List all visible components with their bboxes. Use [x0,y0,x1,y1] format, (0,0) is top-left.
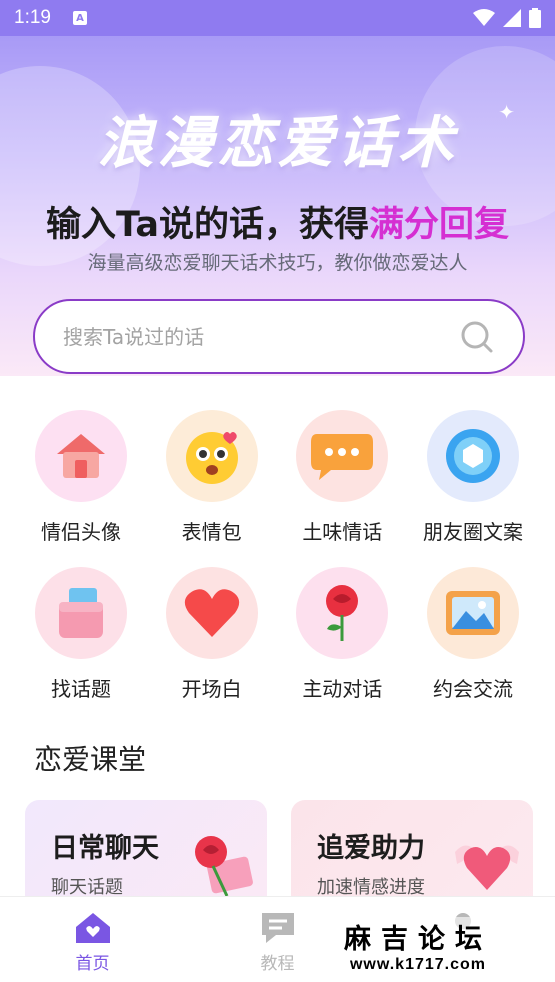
category-label: 约会交流 [432,677,513,701]
winged-heart-icon [455,845,519,890]
category-label: 开场白 [181,677,242,701]
wifi-icon [473,9,495,26]
hero-title: 浪漫恋爱话术 [97,110,458,176]
search-box[interactable] [33,299,525,374]
category-row: 找话题 开场白 主动对话 约会交流 [22,567,532,702]
heart-icon [184,589,239,637]
category-moments-copy[interactable]: 朋友圈文案 [414,410,532,545]
nav-label: 首页 [75,954,110,974]
category-start-chat[interactable]: 主动对话 [283,567,401,702]
hero-description: 海量高级恋爱聊天话术技巧，教你做恋爱达人 [87,252,468,274]
category-icon-circle [35,567,127,659]
category-icon-circle [296,410,389,502]
rose-icon [326,585,359,641]
hero-subtitle: 输入Ta说的话，获得满分回复 [0,196,555,247]
category-cheesy-lines[interactable]: 土味情话 [283,410,401,545]
category-icon-circle [296,567,389,659]
category-label: 情侣头像 [41,520,121,544]
search-icon[interactable] [459,319,495,355]
status-time: 1:19 [14,7,51,28]
home-icon [75,913,110,943]
picture-icon [445,591,500,635]
notification-badge-icon: A [72,11,87,25]
house-icon [57,434,105,478]
category-icon-circle [426,410,519,502]
category-label: 土味情话 [302,520,383,544]
message-icon [261,913,294,943]
category-find-topics[interactable]: 找话题 [22,567,140,702]
signal-icon [503,9,521,27]
category-label: 主动对话 [302,677,383,701]
sparkle-icon: ✦ [498,100,515,124]
category-label: 朋友圈文案 [422,520,523,544]
rose-envelope-icon [195,836,253,897]
hero-subtitle-accent: 满分回复 [368,205,509,245]
status-icons [473,8,541,28]
search-input[interactable] [63,324,459,349]
watermark: 麻吉论坛 www.k1717.com [338,917,498,974]
hero-subtitle-prefix: 输入Ta说的话，获得 [46,205,369,245]
category-icon-circle [165,410,258,502]
category-icon-circle [426,567,519,659]
nav-home[interactable]: 首页 [0,897,185,982]
nav-label: 教程 [260,954,295,974]
aperture-icon [445,429,500,483]
category-couple-avatar[interactable]: 情侣头像 [22,410,140,545]
chat-bubble-icon [311,434,374,480]
category-label: 找话题 [51,677,111,701]
emoji-icon [185,432,238,484]
status-bar: 1:19 A [0,0,555,36]
category-label: 表情包 [181,520,242,544]
wallet-icon [59,588,103,638]
category-row: 情侣头像 表情包 土味情话 朋友圈文案 [22,410,532,545]
watermark-title: 麻吉论坛 [344,924,492,955]
category-grid: 情侣头像 表情包 土味情话 朋友圈文案 找话题 开场白 主动对话 约会交流 [22,410,532,724]
battery-icon [529,8,541,28]
watermark-url: www.k1717.com [349,956,487,973]
category-icon-circle [165,567,258,659]
category-icon-circle [35,410,127,502]
section-title: 恋爱课堂 [34,743,147,776]
category-opening-lines[interactable]: 开场白 [153,567,271,702]
category-sticker[interactable]: 表情包 [153,410,271,545]
category-dating-talk[interactable]: 约会交流 [414,567,532,702]
